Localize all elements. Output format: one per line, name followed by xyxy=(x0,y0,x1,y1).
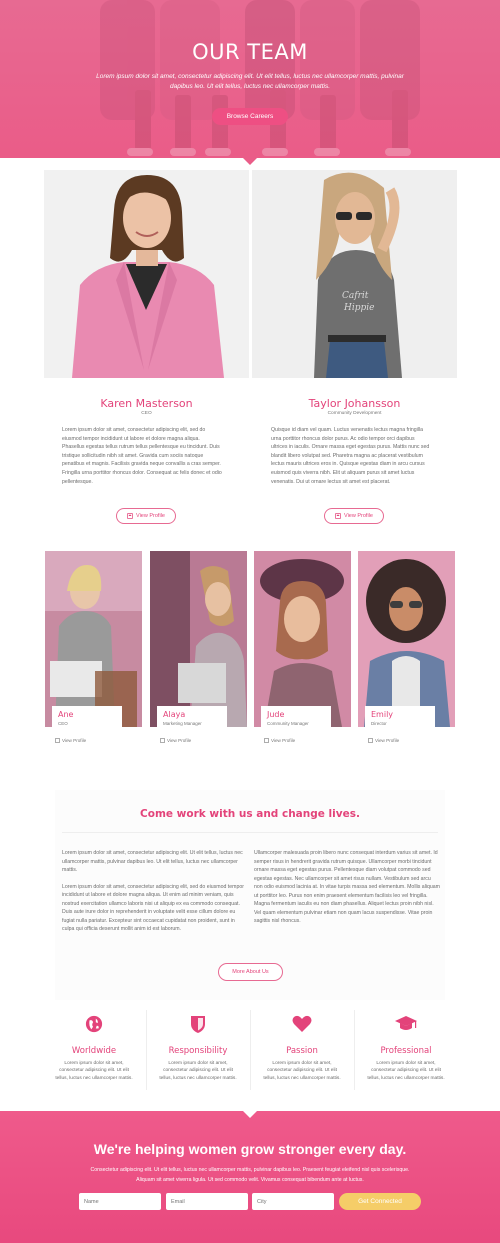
featured-bio: Quisque id diam vel quam. Luctus venenat… xyxy=(271,427,430,485)
team-role: Director xyxy=(371,721,387,726)
featured-role: Community Development xyxy=(327,411,382,416)
svg-text:Hippie: Hippie xyxy=(343,303,374,313)
value-worldwide: Worldwide Lorem ipsum dolor sit amet, co… xyxy=(42,1012,146,1082)
featured-role: CEO xyxy=(141,411,152,416)
career-right-column: Ullamcorper malesuada proin libero nunc … xyxy=(254,849,440,926)
city-field[interactable] xyxy=(252,1193,334,1210)
view-profile-link[interactable]: View Profile xyxy=(55,738,86,743)
heart-icon xyxy=(250,1012,354,1036)
value-text: Lorem ipsum dolor sit amet, consectetur … xyxy=(263,1061,341,1081)
hero-notch xyxy=(243,158,257,165)
career-paragraph: Ullamcorper malesuada proin libero nunc … xyxy=(254,850,440,924)
value-responsibility: Responsibility Lorem ipsum dolor sit ame… xyxy=(146,1012,250,1082)
team-role: CEO xyxy=(58,721,68,726)
view-profile-link[interactable]: View Profile xyxy=(160,738,191,743)
profile-icon xyxy=(368,738,373,743)
profile-icon xyxy=(127,513,133,519)
team-photo xyxy=(45,551,142,727)
page-title: OUR TEAM xyxy=(192,40,308,64)
karen-photo xyxy=(44,170,249,378)
team-card[interactable]: Jude Community Manager View Profile xyxy=(254,551,351,751)
cta-text: Consectetur adipiscing elit. Ut elit tel… xyxy=(90,1167,410,1183)
profile-icon xyxy=(335,513,341,519)
featured-name: Karen Masterson xyxy=(100,397,193,410)
cta-notch xyxy=(243,1111,257,1118)
shield-icon xyxy=(146,1012,250,1036)
more-about-us-button[interactable]: More About Us xyxy=(218,963,283,981)
team-role: Marketing Manager xyxy=(163,721,202,726)
taylor-photo: Cafrit Hippie xyxy=(252,170,457,378)
hero-subtitle: Lorem ipsum dolor sit amet, consectetur … xyxy=(96,73,404,90)
view-profile-link[interactable]: View Profile xyxy=(264,738,295,743)
graduation-cap-icon xyxy=(354,1012,458,1036)
value-title: Professional xyxy=(380,1046,432,1056)
team-info: Emily Director xyxy=(365,706,435,731)
team-role: Community Manager xyxy=(267,721,309,726)
value-passion: Passion Lorem ipsum dolor sit amet, cons… xyxy=(250,1012,354,1082)
profile-icon xyxy=(160,738,165,743)
svg-text:Cafrit: Cafrit xyxy=(342,291,369,301)
view-profile-link[interactable]: View Profile xyxy=(368,738,399,743)
team-photo xyxy=(358,551,455,727)
team-info: Alaya Marketing Manager xyxy=(157,706,227,731)
team-photo xyxy=(150,551,247,727)
value-title: Responsibility xyxy=(168,1046,228,1056)
career-heading: Come work with us and change lives. xyxy=(140,808,360,820)
view-profile-button[interactable]: View Profile xyxy=(116,508,176,524)
value-title: Worldwide xyxy=(71,1046,117,1056)
profile-icon xyxy=(55,738,60,743)
featured-name: Taylor Johansson xyxy=(308,397,401,410)
cta-heading: We're helping women grow stronger every … xyxy=(93,1141,407,1157)
team-name: Ane xyxy=(58,710,74,719)
team-name: Alaya xyxy=(163,710,186,719)
career-paragraph: Lorem ipsum dolor sit amet, consectetur … xyxy=(62,883,244,933)
value-text: Lorem ipsum dolor sit amet, consectetur … xyxy=(367,1061,445,1081)
team-card[interactable]: Ane CEO View Profile xyxy=(45,551,142,751)
value-text: Lorem ipsum dolor sit amet, consectetur … xyxy=(159,1061,237,1081)
name-field[interactable] xyxy=(79,1193,161,1210)
view-profile-label: View Profile xyxy=(271,738,296,743)
featured-bio: Lorem ipsum dolor sit amet, consectetur … xyxy=(62,427,222,485)
signup-section: We're helping women grow stronger every … xyxy=(0,1111,500,1243)
career-paragraph: Lorem ipsum dolor sit amet, consectetur … xyxy=(62,850,243,873)
team-card[interactable]: Alaya Marketing Manager View Profile xyxy=(150,551,247,751)
team-card[interactable]: Emily Director View Profile xyxy=(358,551,455,751)
value-professional: Professional Lorem ipsum dolor sit amet,… xyxy=(354,1012,458,1082)
view-profile-label: View Profile xyxy=(375,738,400,743)
career-divider xyxy=(62,832,438,833)
get-connected-button[interactable]: Get Connected xyxy=(339,1193,421,1210)
team-name: Jude xyxy=(267,710,285,719)
browse-careers-button[interactable]: Browse Careers xyxy=(212,108,288,125)
view-profile-label: View Profile xyxy=(62,738,87,743)
value-text: Lorem ipsum dolor sit amet, consectetur … xyxy=(55,1061,133,1081)
team-info: Ane CEO xyxy=(52,706,122,731)
email-field[interactable] xyxy=(166,1193,248,1210)
hero-section: OUR TEAM Lorem ipsum dolor sit amet, con… xyxy=(0,0,500,158)
team-name: Emily xyxy=(371,710,394,719)
view-profile-label: View Profile xyxy=(136,513,165,519)
team-info: Jude Community Manager xyxy=(261,706,331,731)
view-profile-label: View Profile xyxy=(344,513,373,519)
profile-icon xyxy=(264,738,269,743)
globe-icon xyxy=(42,1012,146,1036)
career-left-column: Lorem ipsum dolor sit amet, consectetur … xyxy=(62,849,248,934)
value-title: Passion xyxy=(286,1046,318,1056)
view-profile-label: View Profile xyxy=(167,738,192,743)
team-photo xyxy=(254,551,351,727)
view-profile-button[interactable]: View Profile xyxy=(324,508,384,524)
